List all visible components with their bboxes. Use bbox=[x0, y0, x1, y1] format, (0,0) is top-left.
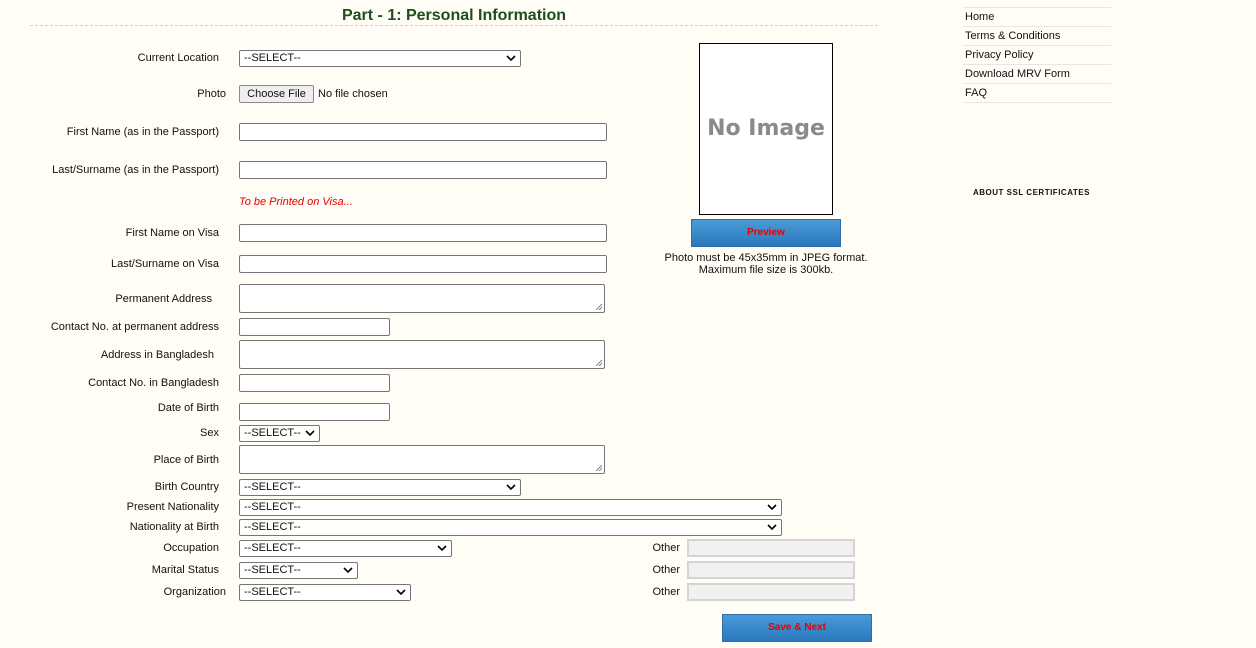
sidebar-link-home[interactable]: Home bbox=[963, 8, 1111, 27]
permanent-address-textarea[interactable] bbox=[239, 284, 605, 313]
occupation-value: --SELECT-- bbox=[244, 542, 301, 554]
chevron-down-icon bbox=[506, 55, 516, 62]
present-nationality-label: Present Nationality bbox=[126, 501, 219, 513]
nationality-at-birth-label: Nationality at Birth bbox=[129, 521, 219, 533]
birth-country-value: --SELECT-- bbox=[244, 481, 301, 493]
ssl-certificates-link[interactable]: ABOUT SSL CERTIFICATES bbox=[973, 188, 1090, 197]
address-bangladesh-label: Address in Bangladesh bbox=[100, 349, 214, 361]
last-name-passport-label: Last/Surname (as in the Passport) bbox=[52, 164, 219, 176]
birth-country-select[interactable]: --SELECT-- bbox=[239, 479, 521, 496]
place-of-birth-textarea[interactable] bbox=[239, 445, 605, 474]
last-name-visa-input[interactable] bbox=[239, 255, 607, 273]
sex-label: Sex bbox=[200, 427, 219, 439]
preview-button[interactable]: Preview bbox=[691, 219, 841, 247]
place-of-birth-label: Place of Birth bbox=[153, 454, 219, 466]
marital-status-select[interactable]: --SELECT-- bbox=[239, 562, 358, 579]
contact-bangladesh-label: Contact No. in Bangladesh bbox=[88, 377, 219, 389]
contact-permanent-input[interactable] bbox=[239, 318, 390, 336]
chevron-down-icon bbox=[305, 430, 315, 437]
marital-status-label: Marital Status bbox=[151, 564, 219, 576]
sidebar-link-privacy[interactable]: Privacy Policy bbox=[963, 46, 1111, 65]
occupation-other-input[interactable] bbox=[687, 539, 855, 557]
photo-note-line1: Photo must be 45x35mm in JPEG format. bbox=[664, 252, 868, 264]
occupation-other-label: Other bbox=[652, 542, 680, 554]
photo-note-line2: Maximum file size is 300kb. bbox=[698, 264, 834, 276]
organization-select[interactable]: --SELECT-- bbox=[239, 584, 411, 601]
chevron-down-icon bbox=[767, 504, 777, 511]
chevron-down-icon bbox=[767, 524, 777, 531]
last-name-visa-label: Last/Surname on Visa bbox=[110, 258, 219, 270]
photo-requirements-note: Photo must be 45x35mm in JPEG format. Ma… bbox=[650, 252, 882, 276]
photo-label: Photo bbox=[197, 88, 226, 100]
file-status-text: No file chosen bbox=[318, 88, 388, 100]
title-divider bbox=[30, 25, 878, 26]
current-location-label: Current Location bbox=[137, 52, 219, 64]
marital-status-other-label: Other bbox=[652, 564, 680, 576]
chevron-down-icon bbox=[506, 484, 516, 491]
date-of-birth-input[interactable] bbox=[239, 403, 390, 421]
first-name-passport-input[interactable] bbox=[239, 123, 607, 141]
current-location-select[interactable]: --SELECT-- bbox=[239, 50, 521, 67]
nationality-at-birth-select[interactable]: --SELECT-- bbox=[239, 519, 782, 536]
sidebar-link-terms[interactable]: Terms & Conditions bbox=[963, 27, 1111, 46]
marital-status-value: --SELECT-- bbox=[244, 564, 301, 576]
occupation-select[interactable]: --SELECT-- bbox=[239, 540, 452, 557]
date-of-birth-label: Date of Birth bbox=[157, 402, 219, 414]
sidebar-link-download-mrv[interactable]: Download MRV Form bbox=[963, 65, 1111, 84]
occupation-label: Occupation bbox=[163, 542, 219, 554]
sidebar-link-faq[interactable]: FAQ bbox=[963, 84, 1111, 103]
choose-file-button[interactable]: Choose File bbox=[239, 85, 314, 103]
birth-country-label: Birth Country bbox=[154, 481, 219, 493]
last-name-passport-input[interactable] bbox=[239, 161, 607, 179]
chevron-down-icon bbox=[343, 567, 353, 574]
contact-bangladesh-input[interactable] bbox=[239, 374, 390, 392]
chevron-down-icon bbox=[437, 545, 447, 552]
page-title: Part - 1: Personal Information bbox=[341, 7, 567, 24]
address-bangladesh-textarea[interactable] bbox=[239, 340, 605, 369]
sex-select[interactable]: --SELECT-- bbox=[239, 425, 320, 442]
first-name-visa-input[interactable] bbox=[239, 224, 607, 242]
organization-other-input[interactable] bbox=[687, 583, 855, 601]
organization-value: --SELECT-- bbox=[244, 586, 301, 598]
chevron-down-icon bbox=[396, 589, 406, 596]
organization-other-label: Other bbox=[652, 586, 680, 598]
save-next-button[interactable]: Save & Next bbox=[722, 614, 872, 642]
visa-note: To be Printed on Visa... bbox=[239, 196, 353, 208]
present-nationality-value: --SELECT-- bbox=[244, 501, 301, 513]
first-name-visa-label: First Name on Visa bbox=[125, 227, 219, 239]
marital-status-other-input[interactable] bbox=[687, 561, 855, 579]
contact-permanent-label: Contact No. at permanent address bbox=[50, 321, 219, 333]
first-name-passport-label: First Name (as in the Passport) bbox=[66, 126, 219, 138]
sidebar-nav: Home Terms & Conditions Privacy Policy D… bbox=[963, 7, 1111, 103]
present-nationality-select[interactable]: --SELECT-- bbox=[239, 499, 782, 516]
nationality-at-birth-value: --SELECT-- bbox=[244, 521, 301, 533]
current-location-value: --SELECT-- bbox=[244, 52, 301, 64]
no-image-placeholder: No Image bbox=[707, 116, 825, 141]
sex-value: --SELECT-- bbox=[244, 427, 301, 439]
organization-label: Organization bbox=[163, 586, 226, 598]
permanent-address-label: Permanent Address bbox=[115, 293, 212, 305]
photo-preview-frame: No Image bbox=[699, 43, 833, 215]
